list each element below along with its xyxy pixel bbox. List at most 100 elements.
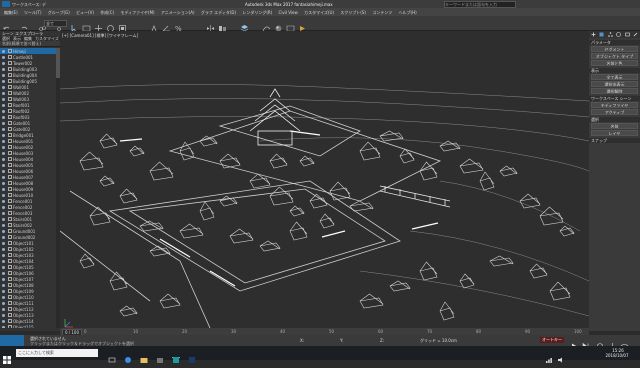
perspective-viewport[interactable]: [+] [Camera01] [標準] [ワイヤフレーム] [60, 31, 589, 328]
visibility-eye-icon[interactable] [2, 206, 5, 209]
menu-tools[interactable]: ツール(T) [24, 10, 42, 15]
rollout-button[interactable]: 名前 [591, 123, 638, 129]
visibility-eye-icon[interactable] [2, 260, 5, 263]
wireframe-scene[interactable] [60, 31, 589, 328]
visibility-eye-icon[interactable] [2, 140, 5, 143]
visibility-eye-icon[interactable] [2, 248, 5, 251]
taskbar-search-box[interactable]: ここに入力して検索 [16, 349, 98, 357]
time-slider[interactable]: 0 / 100 0102030405060708090100 [60, 328, 589, 335]
visibility-eye-icon[interactable] [2, 146, 5, 149]
visibility-eye-icon[interactable] [2, 278, 5, 281]
freeze-toggle-icon[interactable] [8, 91, 12, 95]
rollout-header[interactable]: 選択 [589, 117, 640, 122]
edge-browser-icon[interactable] [124, 349, 132, 357]
maxscript-listener[interactable] [0, 335, 24, 346]
visibility-eye-icon[interactable] [2, 92, 5, 95]
visibility-eye-icon[interactable] [2, 128, 5, 131]
visibility-eye-icon[interactable] [2, 182, 5, 185]
visibility-eye-icon[interactable] [2, 134, 5, 137]
visibility-eye-icon[interactable] [2, 326, 5, 329]
task-view-icon[interactable] [108, 349, 116, 357]
mirror-icon[interactable] [206, 18, 215, 27]
rollout-button[interactable]: 全て表示 [591, 74, 638, 80]
freeze-toggle-icon[interactable] [8, 313, 12, 317]
close-button[interactable] [625, 1, 636, 7]
visibility-eye-icon[interactable] [2, 218, 5, 221]
rollout-button[interactable]: オブジェクト タイプ [591, 53, 638, 59]
visibility-eye-icon[interactable] [2, 74, 5, 77]
visibility-eye-icon[interactable] [2, 116, 5, 119]
freeze-toggle-icon[interactable] [8, 307, 12, 311]
visibility-eye-icon[interactable] [2, 254, 5, 257]
angle-snap-icon[interactable] [162, 18, 171, 27]
rollout-header[interactable]: パラメータ [589, 40, 640, 45]
scene-column-header[interactable]: 名前(昇順で並べ替え) [0, 41, 60, 47]
display-tab-icon[interactable] [623, 31, 632, 38]
network-icon[interactable] [545, 349, 553, 357]
layer-manager-icon[interactable] [240, 18, 249, 27]
freeze-toggle-icon[interactable] [8, 133, 12, 137]
visibility-eye-icon[interactable] [2, 80, 5, 83]
curve-editor-icon[interactable] [262, 18, 271, 27]
redo-icon[interactable] [20, 18, 29, 27]
autokey-button[interactable]: オートキー [540, 337, 564, 343]
freeze-toggle-icon[interactable] [8, 67, 12, 71]
menu-create[interactable]: 作成(C) [100, 10, 114, 15]
freeze-toggle-icon[interactable] [8, 73, 12, 77]
rollout-header[interactable]: スナップ [589, 138, 640, 143]
visibility-eye-icon[interactable] [2, 158, 5, 161]
align-icon[interactable] [218, 18, 227, 27]
visibility-eye-icon[interactable] [2, 266, 5, 269]
menu-edit[interactable]: 編集(E) [4, 10, 18, 15]
rollout-button[interactable]: セグメント [591, 46, 638, 52]
selection-filter-dropdown[interactable]: 全て [44, 20, 67, 27]
freeze-toggle-icon[interactable] [8, 259, 12, 263]
freeze-toggle-icon[interactable] [8, 187, 12, 191]
menu-graph-editors[interactable]: グラフ エディタ(D) [201, 10, 236, 15]
scene-list-item[interactable]: Object115 [0, 324, 56, 328]
percent-snap-icon[interactable]: % [174, 18, 183, 27]
rollout-button[interactable]: 選択解除 [591, 88, 638, 94]
freeze-toggle-icon[interactable] [8, 241, 12, 245]
visibility-eye-icon[interactable] [2, 236, 5, 239]
zoom-extents-icon[interactable] [596, 336, 605, 345]
select-object-icon[interactable] [70, 18, 79, 27]
freeze-toggle-icon[interactable] [8, 265, 12, 269]
undo-icon[interactable] [2, 18, 11, 27]
scale-icon[interactable] [118, 18, 127, 27]
menu-view[interactable]: ビュー(V) [76, 10, 94, 15]
workspace-tab[interactable]: ワークスペース: デ [12, 2, 82, 7]
visibility-eye-icon[interactable] [2, 302, 5, 305]
visibility-eye-icon[interactable] [2, 314, 5, 317]
freeze-toggle-icon[interactable] [8, 235, 12, 239]
create-tab-icon[interactable] [589, 31, 598, 38]
freeze-toggle-icon[interactable] [8, 319, 12, 323]
freeze-toggle-icon[interactable] [8, 151, 12, 155]
freeze-toggle-icon[interactable] [8, 163, 12, 167]
visibility-eye-icon[interactable] [2, 170, 5, 173]
freeze-toggle-icon[interactable] [8, 61, 12, 65]
move-icon[interactable] [94, 18, 103, 27]
menu-customize[interactable]: カスタマイズ(U) [304, 10, 334, 15]
rollout-button[interactable]: 名前と色 [591, 60, 638, 66]
visibility-eye-icon[interactable] [2, 308, 5, 311]
menu-help[interactable]: ヘルプ(H) [399, 10, 417, 15]
freeze-toggle-icon[interactable] [8, 139, 12, 143]
photoshop-taskbar-icon[interactable] [188, 349, 196, 357]
viewport-label[interactable]: [+] [Camera01] [標準] [ワイヤフレーム] [62, 33, 138, 38]
rollout-button[interactable]: アクティブ [591, 109, 638, 115]
minimize-button[interactable] [602, 1, 611, 7]
visibility-eye-icon[interactable] [2, 152, 5, 155]
visibility-eye-icon[interactable] [2, 86, 5, 89]
render-setup-icon[interactable] [286, 18, 295, 27]
pan-icon[interactable] [608, 336, 617, 345]
visibility-eye-icon[interactable] [2, 212, 5, 215]
search-input[interactable]: キーワードまたは語句を入力 [444, 1, 516, 8]
visibility-eye-icon[interactable] [2, 224, 5, 227]
coord-z[interactable]: Z: [380, 338, 410, 343]
visibility-eye-icon[interactable] [2, 68, 5, 71]
rollout-header[interactable]: 表示 [589, 68, 640, 73]
freeze-toggle-icon[interactable] [8, 49, 12, 53]
visibility-eye-icon[interactable] [2, 56, 5, 59]
menu-animation[interactable]: アニメーション(A) [161, 10, 195, 15]
